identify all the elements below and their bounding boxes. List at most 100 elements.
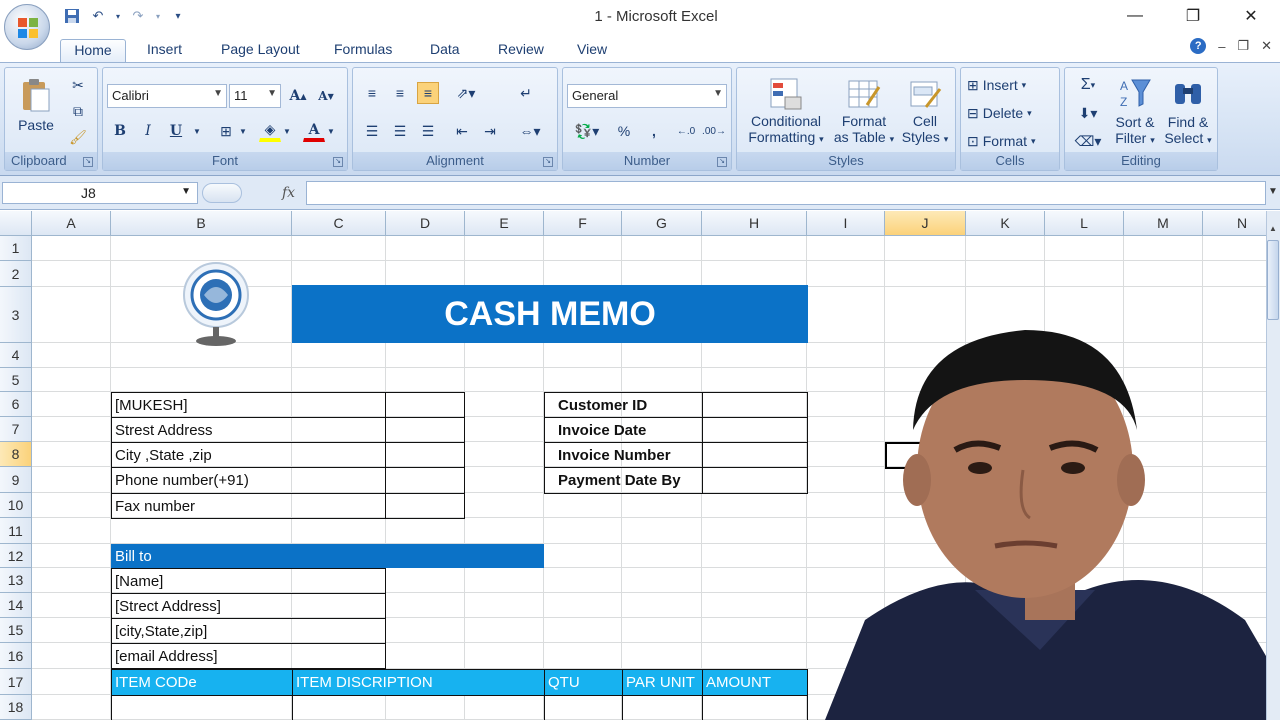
name-box[interactable]: J8 ▼: [2, 182, 198, 204]
tab-insert[interactable]: Insert: [137, 39, 192, 62]
number-format-select[interactable]: General ▼: [567, 84, 727, 108]
row-header-4[interactable]: 4: [0, 343, 32, 368]
minimize-icon[interactable]: —: [1106, 0, 1164, 32]
row-header-12[interactable]: 12: [0, 544, 32, 568]
number-launcher-icon[interactable]: ↘: [717, 157, 727, 167]
fill-color-icon[interactable]: ◈: [259, 120, 281, 142]
underline-button[interactable]: U: [165, 120, 187, 142]
align-center-icon[interactable]: ☰: [389, 120, 411, 142]
column-header-k[interactable]: K: [966, 211, 1045, 236]
select-all-button[interactable]: [0, 211, 32, 236]
tab-page-layout[interactable]: Page Layout: [211, 39, 310, 62]
autosum-button[interactable]: Σ ▾: [1071, 74, 1105, 96]
column-header-a[interactable]: A: [32, 211, 111, 236]
help-icon[interactable]: ?: [1190, 38, 1207, 54]
delete-cells-button[interactable]: ⊟ Delete ▾: [967, 102, 1032, 124]
alignment-launcher-icon[interactable]: ↘: [543, 157, 553, 167]
borders-icon[interactable]: ⊞: [215, 120, 237, 142]
fill-icon[interactable]: ⬇▾: [1071, 102, 1105, 124]
find-select-button[interactable]: Find & Select ▾: [1161, 72, 1215, 152]
font-launcher-icon[interactable]: ↘: [333, 157, 343, 167]
align-left-icon[interactable]: ☰: [361, 120, 383, 142]
decrease-indent-icon[interactable]: ⇤: [451, 120, 473, 142]
column-header-f[interactable]: F: [544, 211, 622, 236]
wrap-text-icon[interactable]: ↵: [515, 82, 537, 104]
tab-view[interactable]: View: [567, 39, 617, 62]
format-cells-button[interactable]: ⊡ Format ▾: [967, 130, 1036, 152]
row-header-3[interactable]: 3: [0, 287, 32, 343]
row-header-16[interactable]: 16: [0, 643, 32, 669]
cut-icon[interactable]: ✂: [67, 74, 89, 96]
column-header-b[interactable]: B: [111, 211, 292, 236]
cell-styles-button[interactable]: Cell Styles ▾: [897, 70, 953, 154]
row-header-8[interactable]: 8: [0, 442, 32, 467]
row-header-9[interactable]: 9: [0, 467, 32, 493]
close-icon[interactable]: ✕: [1222, 0, 1280, 32]
fill-color-dropdown-icon[interactable]: ▼: [281, 120, 293, 142]
expand-formula-bar-icon[interactable]: ▼: [1268, 186, 1278, 197]
bold-button[interactable]: B: [109, 120, 131, 142]
row-header-7[interactable]: 7: [0, 417, 32, 442]
column-header-g[interactable]: G: [622, 211, 702, 236]
tab-review[interactable]: Review: [488, 39, 554, 62]
column-header-m[interactable]: M: [1124, 211, 1203, 236]
column-header-j[interactable]: J: [885, 211, 966, 236]
row-header-11[interactable]: 11: [0, 518, 32, 544]
scrollbar-thumb[interactable]: [1267, 240, 1279, 320]
column-header-i[interactable]: I: [807, 211, 885, 236]
row-header-18[interactable]: 18: [0, 695, 32, 720]
borders-dropdown-icon[interactable]: ▼: [237, 120, 249, 142]
orientation-icon[interactable]: ⇗▾: [449, 82, 483, 104]
workbook-restore-icon[interactable]: ❐: [1237, 38, 1249, 54]
row-header-17[interactable]: 17: [0, 669, 32, 695]
copy-icon[interactable]: ⧉: [67, 100, 89, 122]
column-header-c[interactable]: C: [292, 211, 386, 236]
clear-icon[interactable]: ⌫▾: [1071, 130, 1105, 152]
column-header-l[interactable]: L: [1045, 211, 1124, 236]
row-header-15[interactable]: 15: [0, 618, 32, 643]
font-size-select[interactable]: 11 ▼: [229, 84, 281, 108]
merge-center-icon[interactable]: ⇔▾: [513, 120, 547, 142]
column-header-d[interactable]: D: [386, 211, 465, 236]
conditional-formatting-button[interactable]: Conditional Formatting ▾: [741, 70, 831, 154]
scroll-up-icon[interactable]: ▲: [1267, 224, 1279, 238]
restore-icon[interactable]: ❐: [1164, 0, 1222, 32]
percent-button[interactable]: %: [613, 120, 635, 142]
increase-indent-icon[interactable]: ⇥: [479, 120, 501, 142]
decrease-decimal-icon[interactable]: .00→: [702, 120, 726, 142]
shrink-font-button[interactable]: A ▼: [315, 85, 337, 107]
italic-button[interactable]: I: [137, 120, 159, 142]
row-header-2[interactable]: 2: [0, 261, 32, 287]
row-header-6[interactable]: 6: [0, 392, 32, 417]
column-header-h[interactable]: H: [702, 211, 807, 236]
tab-formulas[interactable]: Formulas: [324, 39, 402, 62]
insert-function-icon[interactable]: fx: [282, 185, 295, 201]
clipboard-launcher-icon[interactable]: ↘: [83, 157, 93, 167]
tab-data[interactable]: Data: [420, 39, 470, 62]
workbook-close-icon[interactable]: ✕: [1261, 38, 1272, 54]
font-color-dropdown-icon[interactable]: ▼: [325, 120, 337, 142]
font-color-button[interactable]: A: [303, 120, 325, 142]
row-header-14[interactable]: 14: [0, 593, 32, 618]
align-right-icon[interactable]: ☰: [417, 120, 439, 142]
increase-decimal-icon[interactable]: ←.0: [675, 120, 697, 142]
row-header-1[interactable]: 1: [0, 236, 32, 261]
insert-cells-button[interactable]: ⊞ Insert ▾: [967, 74, 1026, 96]
align-middle-icon[interactable]: ≡: [389, 82, 411, 104]
currency-icon[interactable]: 💱▾: [569, 120, 605, 142]
paste-button[interactable]: Paste: [13, 72, 59, 138]
underline-dropdown-icon[interactable]: ▼: [191, 120, 203, 142]
sort-filter-button[interactable]: AZ Sort & Filter ▾: [1109, 72, 1161, 152]
column-header-e[interactable]: E: [465, 211, 544, 236]
formula-bar-resize-handle[interactable]: [202, 183, 242, 203]
workbook-minimize-icon[interactable]: –: [1218, 39, 1225, 54]
formula-input[interactable]: [306, 181, 1266, 205]
row-header-5[interactable]: 5: [0, 368, 32, 392]
align-bottom-icon[interactable]: ≡: [417, 82, 439, 104]
format-as-table-button[interactable]: Format as Table ▾: [831, 70, 897, 154]
font-family-select[interactable]: Calibri ▼: [107, 84, 227, 108]
office-button[interactable]: [4, 4, 50, 50]
grow-font-button[interactable]: A ▲: [287, 85, 309, 107]
row-header-13[interactable]: 13: [0, 568, 32, 593]
comma-button[interactable]: ,: [643, 120, 665, 142]
